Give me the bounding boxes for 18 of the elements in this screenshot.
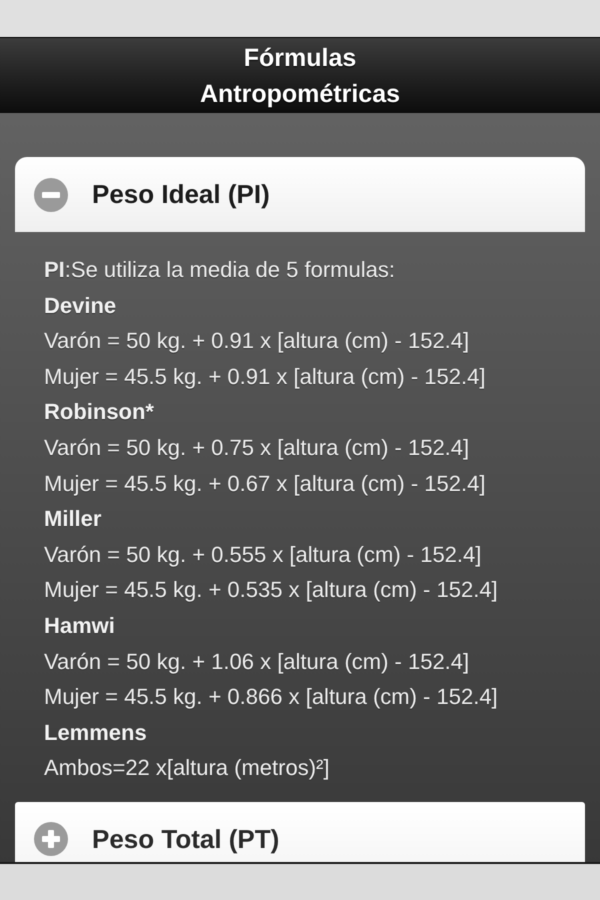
- formula-line: Mujer = 45.5 kg. + 0.866 x [altura (cm) - 152.4]: [44, 683, 498, 712]
- formula-line: Varón = 50 kg. + 0.555 x [altura (cm) - 152.4]: [44, 540, 482, 569]
- page-title: Fórmulas Antropométricas: [198, 42, 402, 110]
- formula-name: Lemmens: [44, 718, 147, 747]
- formula-line: Ambos=22 x[altura (metros)²]: [44, 754, 330, 782]
- collapsible-header[interactable]: Peso Total (PT): [15, 802, 585, 862]
- formula-line: Mujer = 45.5 kg. + 0.67 x [altura (cm) - 152.4]: [44, 470, 486, 498]
- formula-line: Mujer = 45.5 kg. + 0.535 x [altura (cm) - 152.4]: [44, 576, 498, 604]
- formula-line: Varón = 50 kg. + 0.91 x [altura (cm) - 152.4]: [44, 327, 470, 356]
- formula-line: Varón = 50 kg. + 0.75 x [altura (cm) - 152.4]: [44, 434, 470, 462]
- intro-text: PI:Se utiliza la media de 5 formulas:: [44, 256, 395, 284]
- formula-line: Varón = 50 kg. + 1.06 x [altura (cm) - 152.4]: [44, 648, 470, 676]
- formula-name: Devine: [44, 292, 116, 320]
- formula-name: Hamwi: [44, 612, 115, 640]
- formula-name: Miller: [44, 505, 102, 534]
- formula-name: Robinson*: [44, 398, 154, 426]
- collapsible-header[interactable]: Peso Ideal (PI): [15, 157, 585, 232]
- formula-line: Mujer = 45.5 kg. + 0.91 x [altura (cm) - 152.4]: [44, 362, 486, 391]
